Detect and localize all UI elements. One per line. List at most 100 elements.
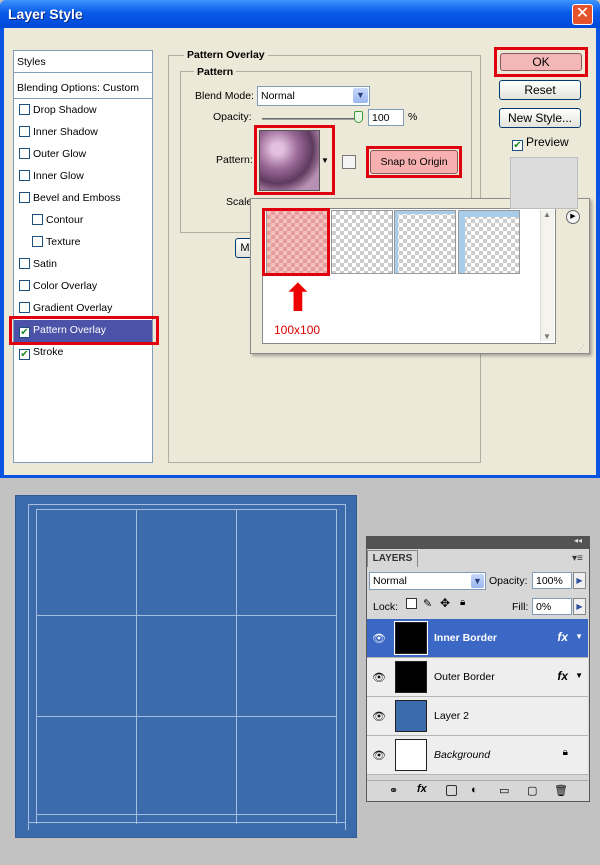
- eye-icon[interactable]: 👁︎: [372, 671, 386, 684]
- layer-thumbnail[interactable]: [395, 739, 427, 771]
- layer-thumbnail[interactable]: [395, 661, 427, 693]
- link-icon[interactable]: ⚭: [389, 784, 398, 797]
- checkbox-icon[interactable]: [19, 192, 30, 203]
- style-item-texture[interactable]: Texture: [14, 232, 152, 254]
- resize-grip-icon[interactable]: ⋰: [578, 344, 585, 352]
- new-style-button[interactable]: New Style...: [499, 108, 581, 128]
- lock-transparent-icon[interactable]: [406, 598, 417, 609]
- layer-blend-value: Normal: [373, 575, 407, 587]
- picker-scrollbar[interactable]: ▲ ▼: [540, 210, 554, 341]
- tab-layers[interactable]: LAYERS: [367, 550, 418, 567]
- style-item-label: Gradient Overlay: [33, 302, 113, 314]
- layer-blend-select[interactable]: Normal ▼: [369, 572, 486, 590]
- pattern-swatch[interactable]: [458, 210, 520, 274]
- style-item-satin[interactable]: Satin: [14, 254, 152, 276]
- fx-icon[interactable]: fx: [557, 630, 568, 644]
- chevron-down-icon[interactable]: ▼: [575, 671, 583, 680]
- style-item-stroke[interactable]: ✔ Stroke: [14, 342, 152, 364]
- checkbox-icon[interactable]: [19, 280, 30, 291]
- mask-icon[interactable]: [446, 785, 457, 796]
- style-item-color-overlay[interactable]: Color Overlay: [14, 276, 152, 298]
- opacity-arrow-icon[interactable]: ▶: [573, 572, 586, 589]
- layer-name[interactable]: Inner Border: [434, 632, 497, 644]
- guide-line: [136, 509, 137, 824]
- layer-name[interactable]: Outer Border: [434, 671, 495, 683]
- style-item-inner-shadow[interactable]: Inner Shadow: [14, 122, 152, 144]
- picker-menu-icon[interactable]: ▶: [566, 210, 580, 224]
- pattern-dropdown-icon[interactable]: ▼: [321, 156, 329, 165]
- new-layer-icon[interactable]: ▢: [527, 784, 537, 797]
- eye-icon[interactable]: 👁︎: [372, 710, 386, 723]
- adjustment-icon[interactable]: ◐: [471, 784, 478, 796]
- pattern-thumbnail[interactable]: [259, 130, 320, 191]
- layer-thumbnail[interactable]: [394, 621, 428, 655]
- reset-button[interactable]: Reset: [499, 80, 581, 100]
- opacity-unit: %: [408, 111, 418, 123]
- chevron-down-icon[interactable]: ▼: [575, 632, 583, 641]
- lock-all-icon[interactable]: 🔒︎: [460, 597, 465, 608]
- folder-icon[interactable]: ▭: [499, 784, 509, 797]
- checkbox-icon[interactable]: [32, 214, 43, 225]
- layer-row[interactable]: 👁︎ Background 🔒︎: [367, 736, 588, 775]
- blend-mode-select[interactable]: Normal ▼: [257, 86, 370, 106]
- guide-line: [36, 509, 37, 824]
- red-arrow-icon: ⬆: [282, 278, 314, 320]
- preview-checkbox[interactable]: ✔ Preview: [512, 135, 569, 151]
- close-button[interactable]: ✕: [572, 4, 593, 25]
- guide-line: [36, 716, 337, 717]
- style-item-label: Satin: [33, 258, 57, 270]
- panel-menu-icon[interactable]: ▾≡: [572, 553, 583, 564]
- checkbox-icon[interactable]: [19, 104, 30, 115]
- layer-opacity-label: Opacity:: [489, 575, 528, 587]
- checkbox-icon[interactable]: [32, 236, 43, 247]
- opacity-input-value: 100: [372, 112, 390, 124]
- lock-move-icon[interactable]: ✥: [440, 596, 450, 610]
- opacity-slider-track[interactable]: [262, 118, 360, 120]
- chevron-down-icon: ▼: [353, 88, 368, 103]
- collapse-icon[interactable]: ◂◂: [574, 536, 582, 545]
- layer-row[interactable]: 👁︎ Layer 2: [367, 697, 588, 736]
- title-bar[interactable]: [0, 0, 600, 28]
- style-item-contour[interactable]: Contour: [14, 210, 152, 232]
- eye-icon[interactable]: 👁︎: [372, 749, 386, 762]
- guide-line: [28, 504, 29, 830]
- styles-header[interactable]: Styles: [14, 51, 152, 73]
- scroll-down-icon[interactable]: ▼: [543, 332, 551, 341]
- layers-panel-header[interactable]: ◂◂: [366, 536, 590, 549]
- fx-icon[interactable]: fx: [557, 669, 568, 683]
- layer-row[interactable]: 👁︎ Outer Border fx ▼: [367, 658, 588, 697]
- blending-options-item[interactable]: Blending Options: Custom: [14, 77, 152, 99]
- layer-row[interactable]: 👁︎ Inner Border fx ▼: [367, 619, 588, 658]
- checkbox-checked-icon[interactable]: ✔: [19, 349, 30, 360]
- snap-to-origin-button[interactable]: Snap to Origin: [370, 150, 458, 174]
- opacity-slider-knob[interactable]: [354, 111, 363, 123]
- document-canvas[interactable]: [15, 495, 357, 838]
- style-item-bevel-and-emboss[interactable]: Bevel and Emboss: [14, 188, 152, 210]
- scroll-up-icon[interactable]: ▲: [543, 210, 551, 219]
- opacity-input[interactable]: 100: [368, 109, 404, 126]
- checkbox-icon[interactable]: [19, 170, 30, 181]
- fill-arrow-icon[interactable]: ▶: [573, 598, 586, 615]
- ok-button[interactable]: OK: [500, 53, 582, 71]
- layer-name[interactable]: Layer 2: [434, 710, 469, 722]
- new-preset-icon[interactable]: [342, 155, 356, 169]
- pattern-swatch[interactable]: [394, 210, 456, 274]
- style-item-inner-glow[interactable]: Inner Glow: [14, 166, 152, 188]
- checkbox-icon[interactable]: [19, 126, 30, 137]
- pattern-swatch[interactable]: [331, 210, 393, 274]
- layer-opacity-input[interactable]: 100%: [532, 572, 572, 589]
- style-item-label: Outer Glow: [33, 148, 87, 160]
- checkbox-icon[interactable]: [19, 258, 30, 269]
- eye-icon[interactable]: 👁︎: [372, 632, 386, 645]
- style-item-drop-shadow[interactable]: Drop Shadow: [14, 100, 152, 122]
- lock-brush-icon[interactable]: ✎: [423, 597, 432, 610]
- layer-thumbnail[interactable]: [395, 700, 427, 732]
- trash-icon[interactable]: 🗑︎: [554, 784, 568, 797]
- guide-line: [28, 504, 346, 505]
- layer-name[interactable]: Background: [434, 749, 490, 761]
- checkbox-icon[interactable]: [19, 148, 30, 159]
- checkbox-icon[interactable]: [19, 302, 30, 313]
- fill-input[interactable]: 0%: [532, 598, 572, 615]
- style-item-outer-glow[interactable]: Outer Glow: [14, 144, 152, 166]
- fx-icon[interactable]: fx: [417, 783, 427, 795]
